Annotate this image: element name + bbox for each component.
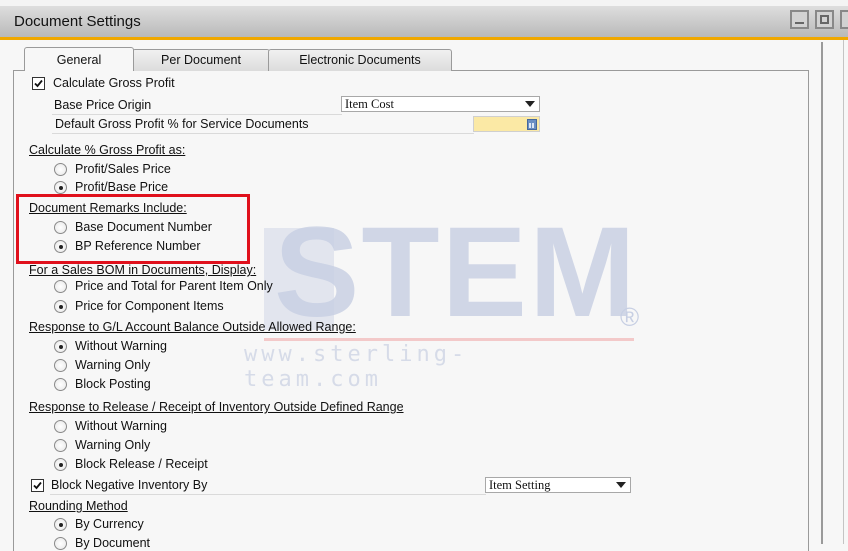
- inventory-response-header: Response to Release / Receipt of Invento…: [29, 400, 404, 414]
- parent-item-only-label: Price and Total for Parent Item Only: [75, 279, 273, 293]
- radio-by-currency[interactable]: [54, 518, 67, 531]
- inv-without-warning-label: Without Warning: [75, 419, 167, 433]
- calc-gp-as-header: Calculate % Gross Profit as:: [29, 143, 186, 157]
- field-separator: [52, 114, 342, 115]
- block-negative-inventory-value: Item Setting: [489, 478, 551, 492]
- field-separator: [50, 494, 486, 495]
- window-title: Document Settings: [14, 13, 141, 30]
- gl-warning-only-label: Warning Only: [75, 358, 151, 372]
- radio-parent-item-only[interactable]: [54, 280, 67, 293]
- radio-profit-base-price[interactable]: [54, 181, 67, 194]
- minimize-icon[interactable]: [790, 10, 809, 29]
- profit-sales-price-label: Profit/Sales Price: [75, 162, 171, 176]
- inv-warning-only-label: Warning Only: [75, 438, 151, 452]
- checkmark-icon: [33, 481, 42, 490]
- dropdown-arrow-icon: [525, 101, 535, 107]
- title-bar: Document Settings: [0, 6, 848, 40]
- tab-per-document[interactable]: Per Document: [132, 49, 270, 71]
- inv-block-release-label: Block Release / Receipt: [75, 457, 208, 471]
- base-price-origin-select[interactable]: Item Cost: [341, 96, 540, 112]
- scrollbar[interactable]: [843, 40, 844, 544]
- gl-without-warning-label: Without Warning: [75, 339, 167, 353]
- default-gp-percent-label: Default Gross Profit % for Service Docum…: [55, 117, 309, 131]
- doc-remarks-header: Document Remarks Include:: [29, 201, 187, 215]
- calculate-gross-profit-label: Calculate Gross Profit: [53, 76, 175, 90]
- radio-component-items[interactable]: [54, 300, 67, 313]
- close-icon[interactable]: [840, 10, 848, 29]
- rounding-method-header: Rounding Method: [29, 499, 128, 513]
- radio-profit-sales-price[interactable]: [54, 163, 67, 176]
- default-gp-percent-input[interactable]: [473, 116, 540, 132]
- by-currency-label: By Currency: [75, 517, 144, 531]
- dropdown-arrow-icon: [616, 482, 626, 488]
- block-negative-inventory-select[interactable]: Item Setting: [485, 477, 631, 493]
- radio-inv-block-release[interactable]: [54, 458, 67, 471]
- tab-electronic-documents[interactable]: Electronic Documents: [268, 49, 452, 71]
- sales-bom-header: For a Sales BOM in Documents, Display:: [29, 263, 257, 277]
- radio-gl-warning-only[interactable]: [54, 359, 67, 372]
- by-document-label: By Document: [75, 536, 151, 550]
- block-negative-inventory-checkbox[interactable]: [31, 479, 44, 492]
- gl-block-posting-label: Block Posting: [75, 377, 151, 391]
- field-separator: [52, 133, 474, 134]
- form-right-border: [821, 42, 823, 544]
- radio-gl-without-warning[interactable]: [54, 340, 67, 353]
- base-price-origin-value: Item Cost: [345, 97, 394, 111]
- radio-inv-without-warning[interactable]: [54, 420, 67, 433]
- profit-base-price-label: Profit/Base Price: [75, 180, 169, 194]
- maximize-icon[interactable]: [815, 10, 834, 29]
- tab-general[interactable]: General: [24, 47, 134, 71]
- base-price-origin-label: Base Price Origin: [54, 98, 152, 112]
- block-negative-inventory-label: Block Negative Inventory By: [51, 478, 208, 492]
- calculator-icon[interactable]: [527, 119, 537, 130]
- radio-inv-warning-only[interactable]: [54, 439, 67, 452]
- component-items-label: Price for Component Items: [75, 299, 224, 313]
- gl-response-header: Response to G/L Account Balance Outside …: [29, 320, 356, 334]
- radio-gl-block-posting[interactable]: [54, 378, 67, 391]
- calculate-gross-profit-checkbox[interactable]: [32, 77, 45, 90]
- checkmark-icon: [34, 79, 43, 88]
